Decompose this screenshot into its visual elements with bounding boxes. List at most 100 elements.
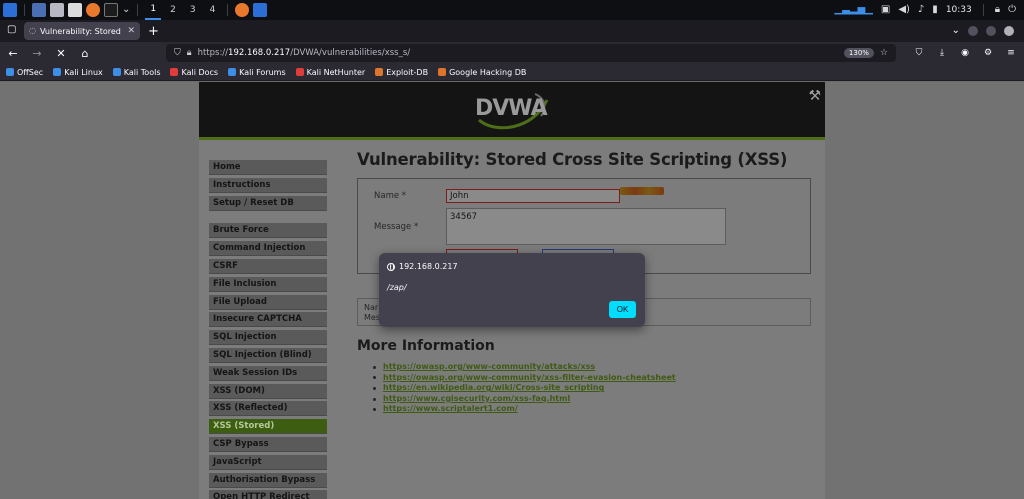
taskbar-separator xyxy=(24,4,25,16)
kali-menu-icon[interactable] xyxy=(3,3,17,17)
minimize-window-button[interactable] xyxy=(968,26,978,36)
link-owasp-xss[interactable]: https://owasp.org/www-community/attacks/… xyxy=(383,362,595,373)
volume-icon[interactable]: ◀) xyxy=(898,5,910,15)
bookmark-kali-docs[interactable]: Kali Docs xyxy=(170,68,218,77)
url-path: /DVWA/vulnerabilities/xss_s/ xyxy=(290,48,411,58)
link-scriptalert1[interactable]: https://www.scriptalert1.com/ xyxy=(383,404,518,415)
account-icon[interactable]: ◉ xyxy=(958,48,972,58)
desktop-icon[interactable] xyxy=(32,3,46,17)
bookmark-kali-forums[interactable]: Kali Forums xyxy=(228,68,286,77)
list-item: https://www.scriptalert1.com/ xyxy=(373,404,676,415)
menu-item-javascript[interactable]: JavaScript xyxy=(209,454,327,470)
home-icon[interactable]: ⌂ xyxy=(78,47,92,60)
lock-icon[interactable]: 🔒︎ xyxy=(187,48,192,58)
url-host: 192.168.0.217 xyxy=(228,48,291,58)
taskbar-separator xyxy=(137,4,139,16)
menu-item-home[interactable]: Home xyxy=(209,160,327,175)
tab-list-icon[interactable]: ▢ xyxy=(7,25,16,35)
bookmark-exploit-db[interactable]: Exploit-DB xyxy=(375,68,428,77)
network-icon[interactable]: ▣ xyxy=(881,5,890,15)
firefox-window-icon[interactable] xyxy=(235,3,250,17)
firefox-icon[interactable] xyxy=(86,3,100,17)
bookmark-label: Google Hacking DB xyxy=(449,67,527,77)
message-textarea[interactable]: 34567 xyxy=(446,208,726,245)
tab-dvwa-xss[interactable]: ◌ Vulnerability: Stored Cross ✕ xyxy=(24,22,140,40)
bookmark-label: Exploit-DB xyxy=(386,67,429,77)
back-arrow-icon[interactable]: ← xyxy=(6,47,20,60)
bookmark-offsec[interactable]: OffSec xyxy=(6,68,43,77)
alert-dialog: 192.168.0.217 /zap/ OK xyxy=(379,253,645,327)
battery-icon[interactable]: ▮ xyxy=(932,5,938,15)
close-tab-icon[interactable]: ✕ xyxy=(127,26,135,36)
dvwa-sidebar-menu: Home Instructions Setup / Reset DB Brute… xyxy=(209,160,327,499)
bookmark-google-hacking-db[interactable]: Google Hacking DB xyxy=(438,68,526,77)
bookmark-kali-tools[interactable]: Kali Tools xyxy=(112,67,161,77)
menu-item-open-http-redirect[interactable]: Open HTTP Redirect xyxy=(209,490,327,499)
forward-arrow-icon[interactable]: → xyxy=(30,47,44,60)
link-cgisecurity-faq[interactable]: https://www.cgisecurity.com/xss-faq.html xyxy=(383,394,570,405)
menu-item-csrf[interactable]: CSRF xyxy=(209,258,327,274)
stop-loading-icon[interactable]: ✕ xyxy=(54,47,68,60)
menu-item-authorisation-bypass[interactable]: Authorisation Bypass xyxy=(209,472,327,488)
kali-dragon-icon xyxy=(53,68,62,76)
notification-bell-icon[interactable]: ♪ xyxy=(918,5,924,15)
bookmark-label: OffSec xyxy=(17,67,44,77)
bookmark-kali-linux[interactable]: Kali Linux xyxy=(53,68,103,77)
menu-item-csp-bypass[interactable]: CSP Bypass xyxy=(209,436,327,452)
menu-item-brute-force[interactable]: Brute Force xyxy=(209,223,327,239)
pocket-icon[interactable]: ⛉ xyxy=(912,48,926,58)
more-information-links: https://owasp.org/www-community/attacks/… xyxy=(373,362,676,415)
link-owasp-cheatsheet[interactable]: https://owasp.org/www-community/xss-filt… xyxy=(383,373,676,384)
menu-item-xss-dom[interactable]: XSS (DOM) xyxy=(209,383,327,399)
menu-item-command-injection[interactable]: Command Injection xyxy=(209,241,327,257)
menu-item-setup[interactable]: Setup / Reset DB xyxy=(209,195,327,211)
kali-forums-icon xyxy=(228,68,237,76)
terminal-icon[interactable] xyxy=(104,3,118,17)
bookmark-kali-nethunter[interactable]: Kali NetHunter xyxy=(295,67,366,77)
maximize-window-button[interactable] xyxy=(986,26,996,36)
chevron-down-icon[interactable]: ⌄ xyxy=(122,5,130,15)
dvwa-header: DVWA ⚒ xyxy=(199,82,825,140)
menu-item-insecure-captcha[interactable]: Insecure CAPTCHA xyxy=(209,312,327,328)
downloads-icon[interactable]: ⤓ xyxy=(935,48,949,58)
extensions-icon[interactable]: ⚙ xyxy=(981,48,995,58)
text-editor-icon[interactable] xyxy=(68,3,82,17)
hamburger-menu-icon[interactable]: ≡ xyxy=(1004,48,1018,58)
tab-title: Vulnerability: Stored Cross xyxy=(39,26,123,36)
lock-icon[interactable]: 🔒︎ xyxy=(995,5,1000,15)
menu-item-weak-session-ids[interactable]: Weak Session IDs xyxy=(209,365,327,381)
extension-overlay-icon[interactable] xyxy=(620,187,664,195)
url-text[interactable]: https://192.168.0.217/DVWA/vulnerabiliti… xyxy=(198,48,838,58)
link-wikipedia-xss[interactable]: https://en.wikipedia.org/wiki/Cross-site… xyxy=(383,383,604,394)
taskbar-clock[interactable]: 10:33 xyxy=(946,5,972,15)
power-icon[interactable]: ⏻ xyxy=(1008,5,1016,15)
zoom-level-button[interactable]: 130% xyxy=(843,48,874,58)
name-input[interactable]: John xyxy=(446,189,620,203)
workspace-1[interactable]: 1 xyxy=(145,0,162,20)
bookmark-label: Kali Tools xyxy=(123,67,161,77)
bookmark-label: Kali NetHunter xyxy=(306,67,366,77)
menu-item-file-inclusion[interactable]: File Inclusion xyxy=(209,276,327,292)
bookmark-star-icon[interactable]: ☆ xyxy=(880,48,888,58)
new-tab-button[interactable]: + xyxy=(148,24,159,39)
workspace-4[interactable]: 4 xyxy=(205,0,221,20)
menu-item-instructions[interactable]: Instructions xyxy=(209,177,327,193)
menu-item-file-upload[interactable]: File Upload xyxy=(209,294,327,310)
address-bar[interactable]: ⛉ 🔒︎ https://192.168.0.217/DVWA/vulnerab… xyxy=(166,44,896,62)
zap-hud-icon[interactable]: ⚒ xyxy=(808,88,821,104)
menu-item-sql-injection[interactable]: SQL Injection xyxy=(209,330,327,346)
list-all-tabs-icon[interactable]: ⌄ xyxy=(952,26,960,36)
file-manager-icon[interactable] xyxy=(50,3,64,17)
workspace-2[interactable]: 2 xyxy=(165,0,181,20)
menu-item-xss-reflected[interactable]: XSS (Reflected) xyxy=(209,401,327,417)
dialog-origin: 192.168.0.217 xyxy=(387,262,458,271)
menu-item-sql-injection-blind[interactable]: SQL Injection (Blind) xyxy=(209,347,327,363)
zap-window-icon[interactable] xyxy=(253,3,268,17)
close-window-button[interactable] xyxy=(1004,26,1014,36)
globe-icon xyxy=(387,262,395,271)
dvwa-main-body: Vulnerability: Stored Cross Site Scripti… xyxy=(357,150,817,413)
shield-icon[interactable]: ⛉ xyxy=(174,48,181,58)
workspace-3[interactable]: 3 xyxy=(185,0,201,20)
ok-button[interactable]: OK xyxy=(609,301,636,318)
menu-item-xss-stored[interactable]: XSS (Stored) xyxy=(209,419,327,435)
